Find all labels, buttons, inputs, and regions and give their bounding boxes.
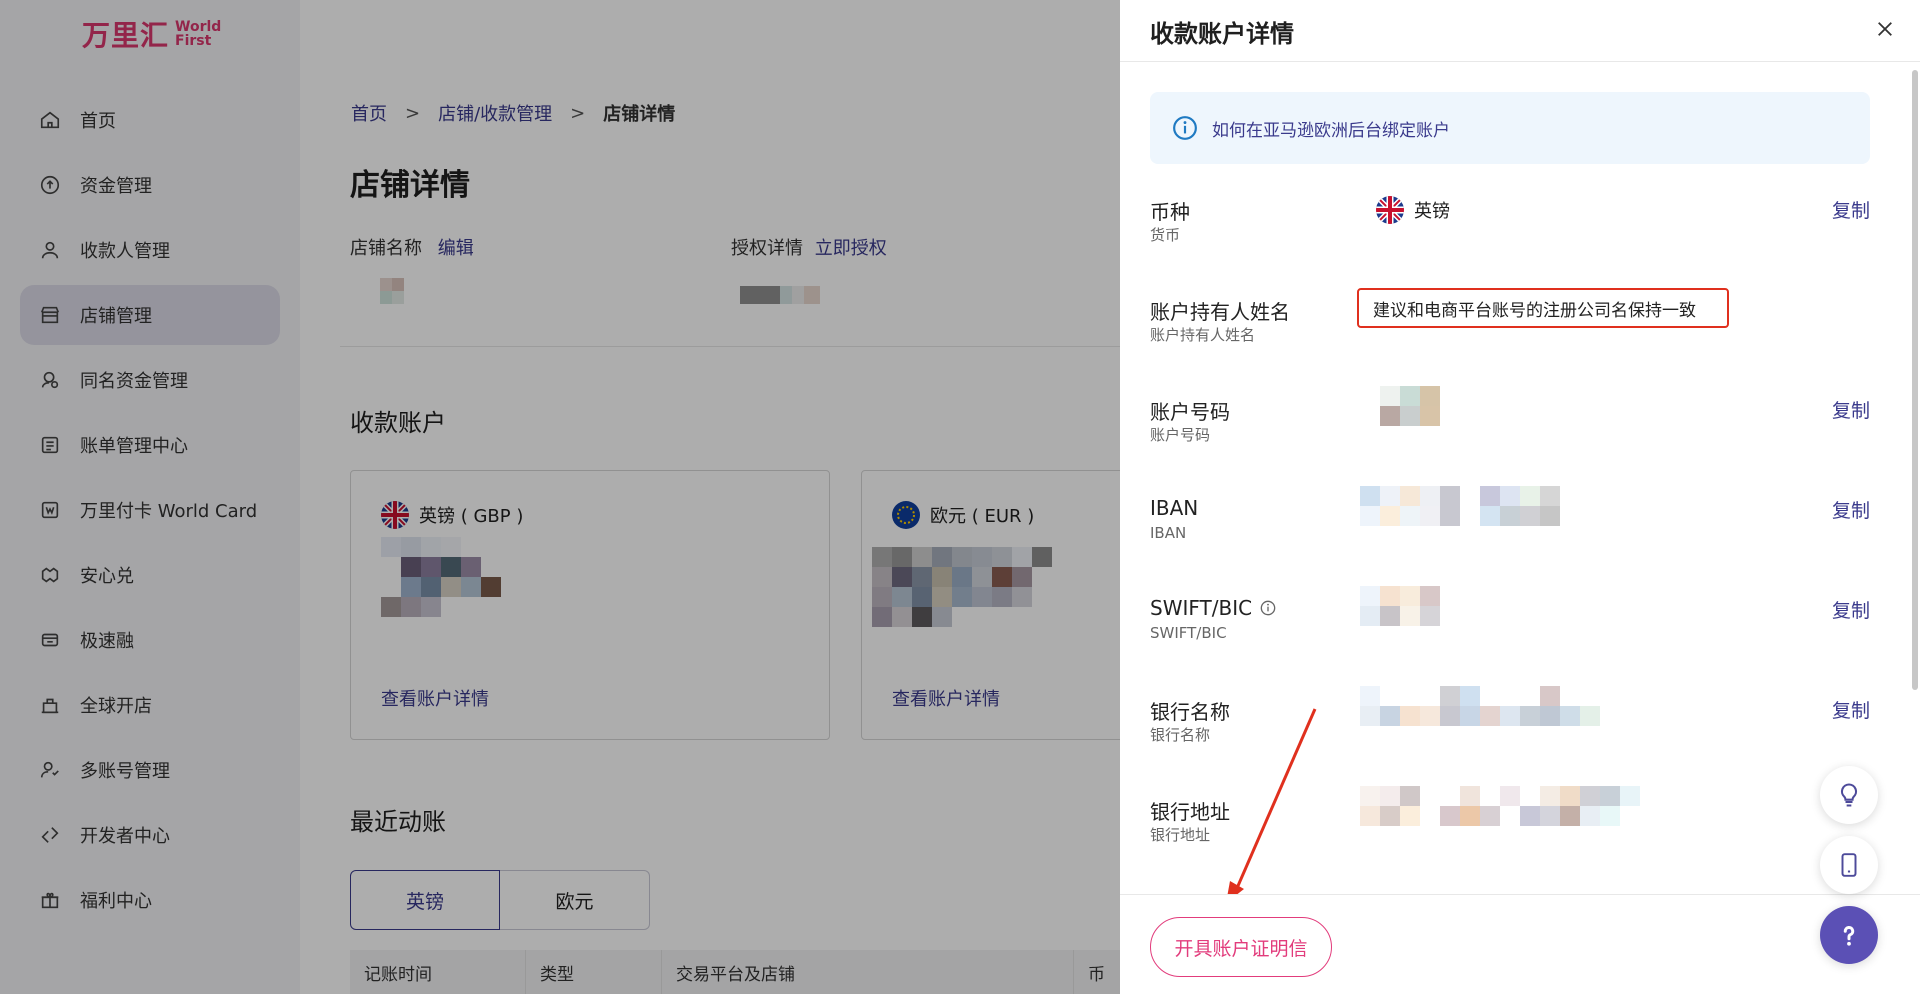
copy-currency-button[interactable]: 复制 — [1832, 196, 1870, 223]
row-sublabel: SWIFT/BIC — [1150, 624, 1227, 642]
annotation-arrow — [1226, 708, 1317, 903]
row-label: 账户持有人姓名 — [1150, 300, 1290, 324]
row-sublabel: 银行地址 — [1150, 826, 1211, 844]
drawer-scrollbar[interactable] — [1912, 70, 1918, 690]
row-label: 银行地址 — [1150, 800, 1230, 824]
row-account-number: 账户号码 账户号码 复制 — [1150, 386, 1870, 476]
drawer-header: 收款账户详情 — [1120, 0, 1920, 62]
row-swift-bic: SWIFT/BIC SWIFT/BIC 复制 — [1150, 586, 1870, 676]
copy-iban-button[interactable]: 复制 — [1832, 496, 1870, 523]
row-sublabel: 货币 — [1150, 226, 1181, 244]
redacted-swift — [1360, 586, 1440, 626]
row-sublabel: 账户持有人姓名 — [1150, 326, 1256, 344]
row-label: 币种 — [1150, 200, 1190, 224]
info-icon[interactable] — [1260, 600, 1276, 616]
uk-flag-icon — [1376, 196, 1404, 224]
redacted-account-number — [1380, 386, 1440, 426]
copy-bank-name-button[interactable]: 复制 — [1832, 696, 1870, 723]
close-button[interactable] — [1872, 16, 1898, 42]
drawer-scrollbar-thumb[interactable] — [1912, 70, 1918, 690]
row-sublabel: 银行名称 — [1150, 726, 1211, 744]
issue-account-certificate-button[interactable]: 开具账户证明信 — [1150, 917, 1332, 977]
row-iban: IBAN IBAN 复制 — [1150, 486, 1870, 576]
redacted-bank-name — [1360, 686, 1600, 726]
row-sublabel: 账户号码 — [1150, 426, 1211, 444]
modal-backdrop[interactable] — [0, 0, 1120, 994]
info-icon — [1173, 116, 1197, 140]
mobile-button[interactable] — [1820, 836, 1878, 894]
row-currency: 币种 货币 英镑 复制 — [1150, 196, 1870, 276]
tips-button[interactable] — [1820, 766, 1878, 824]
help-button[interactable] — [1820, 906, 1878, 964]
redacted-iban — [1360, 486, 1560, 526]
currency-value: 英镑 — [1376, 196, 1450, 224]
row-sublabel: IBAN — [1150, 524, 1187, 542]
swift-label-text: SWIFT/BIC — [1150, 596, 1253, 620]
row-label: IBAN — [1150, 496, 1199, 520]
info-banner[interactable]: 如何在亚马逊欧洲后台绑定账户 — [1150, 92, 1870, 164]
drawer-title: 收款账户详情 — [1150, 20, 1294, 48]
row-label: SWIFT/BIC — [1150, 596, 1276, 620]
close-icon — [1878, 22, 1892, 36]
question-mark-icon — [1843, 925, 1855, 946]
lightbulb-icon — [1840, 783, 1858, 807]
holder-name-hint: 建议和电商平台账号的注册公司名保持一致 — [1357, 288, 1729, 328]
drawer-footer: 开具账户证明信 — [1120, 894, 1920, 994]
currency-value-text: 英镑 — [1414, 201, 1450, 222]
redacted-bank-address — [1360, 786, 1640, 826]
row-label: 银行名称 — [1150, 700, 1230, 724]
row-label: 账户号码 — [1150, 400, 1230, 424]
copy-swift-button[interactable]: 复制 — [1832, 596, 1870, 623]
copy-account-number-button[interactable]: 复制 — [1832, 396, 1870, 423]
info-banner-text[interactable]: 如何在亚马逊欧洲后台绑定账户 — [1212, 116, 1450, 141]
mobile-phone-icon — [1841, 853, 1857, 877]
